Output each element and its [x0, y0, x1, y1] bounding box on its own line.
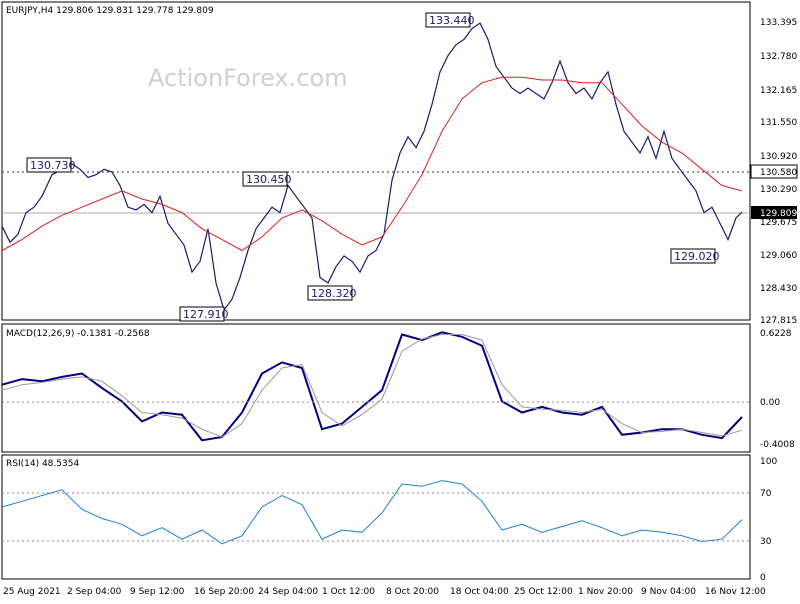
x-tick-label: 16 Nov 12:00 [705, 587, 766, 597]
rsi-y-tick: 70 [760, 489, 772, 499]
level-label: 133.440 [429, 14, 475, 27]
watermark: ActionForex.com [148, 64, 348, 92]
level-label: 127.910 [183, 308, 229, 321]
price-panel-frame [1, 1, 751, 321]
price-y-tick: 132.780 [760, 52, 797, 62]
x-tick-label: 1 Oct 12:00 [322, 587, 375, 597]
price-y-tick: 131.550 [760, 118, 797, 128]
current-price-label: 129.809 [760, 209, 797, 219]
level-label: 130.730 [30, 159, 76, 172]
rsi-y-tick: 0 [760, 573, 766, 583]
price-y-tick: 128.430 [760, 284, 797, 294]
x-tick-label: 9 Nov 04:00 [641, 587, 696, 597]
price-y-tick: 127.815 [760, 316, 797, 326]
x-tick-label: 9 Sep 12:00 [130, 587, 185, 597]
chart-window: ActionForex.com EURJPY,H4 129.806 129.83… [0, 0, 800, 600]
rsi-series [1, 480, 743, 545]
price-y-tick: 129.060 [760, 251, 797, 261]
macd-y-tick: -0.4008 [760, 440, 795, 450]
price-y-tick: 130.920 [760, 152, 797, 162]
rsi-y-tick: 30 [760, 537, 772, 547]
x-tick-label: 24 Sep 04:00 [258, 587, 318, 597]
macd-y-tick: 0.6228 [760, 329, 792, 339]
x-tick-label: 16 Sep 20:00 [194, 587, 254, 597]
price-panel-caption: EURJPY,H4 129.806 129.831 129.778 129.80… [6, 6, 214, 16]
level-label: 130.450 [246, 173, 292, 186]
x-tick-label: 25 Aug 2021 [3, 587, 61, 597]
rsi-panel-frame [1, 454, 751, 580]
chart-canvas: ActionForex.com EURJPY,H4 129.806 129.83… [1, 1, 798, 597]
price-series-line-0 [1, 22, 743, 312]
x-tick-label: 1 Nov 20:00 [578, 587, 633, 597]
resistance-price-label: 130.580 [760, 168, 797, 178]
macd-panel-caption: MACD(12,26,9) -0.1381 -0.2568 [6, 329, 150, 339]
rsi-panel-caption: RSI(14) 48.5354 [6, 459, 79, 469]
x-tick-label: 2 Sep 04:00 [67, 587, 122, 597]
level-label: 128.320 [311, 287, 357, 300]
price-series-line-1 [1, 76, 743, 252]
macd-y-tick: 0.00 [760, 398, 780, 408]
x-axis: 25 Aug 2021 2 Sep 04:00 9 Sep 12:00 16 S… [3, 587, 766, 597]
rsi-y-tick: 100 [760, 457, 777, 467]
rsi-series-line-0 [1, 480, 743, 545]
macd-series [1, 331, 743, 442]
macd-series-line-1 [1, 334, 743, 438]
x-tick-label: 25 Oct 12:00 [514, 587, 573, 597]
x-tick-label: 18 Oct 04:00 [450, 587, 509, 597]
price-y-tick: 132.165 [760, 86, 797, 96]
price-y-tick: 130.290 [760, 185, 797, 195]
price-series [1, 22, 743, 312]
price-y-tick: 133.395 [760, 18, 797, 28]
price-y-tick: 129.675 [760, 218, 797, 228]
macd-series-line-0 [1, 331, 743, 442]
level-labels: 130.730 130.450 127.910 128.320 133.440 … [26, 12, 720, 322]
x-tick-label: 8 Oct 20:00 [386, 587, 439, 597]
level-label: 129.020 [674, 250, 720, 263]
